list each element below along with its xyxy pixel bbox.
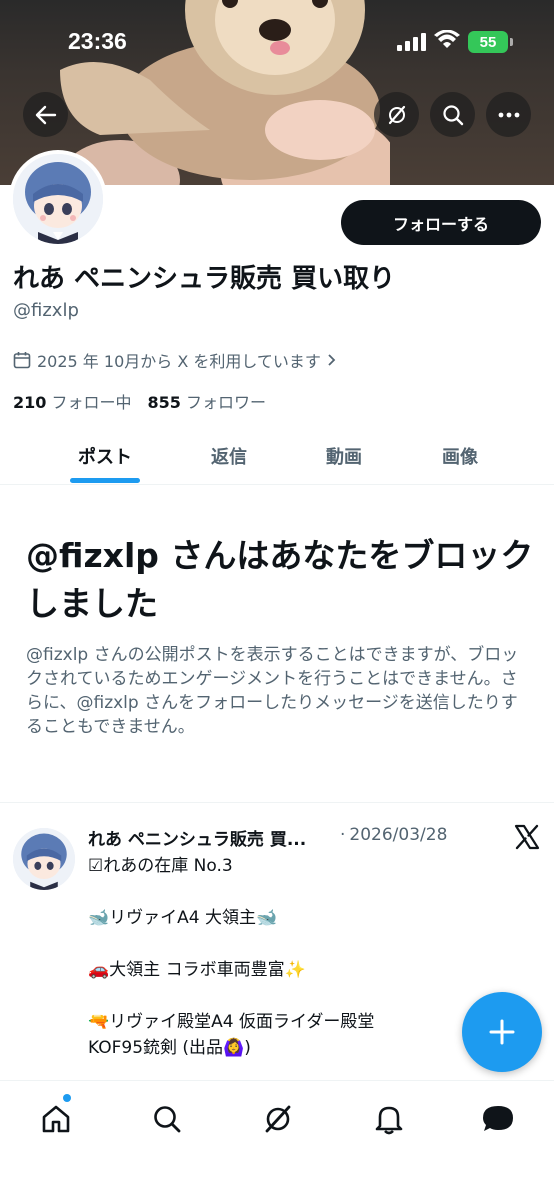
nav-notifications[interactable] [369, 1099, 409, 1139]
post-line: 🚗大領主 コラボ車両豊富✨ [88, 960, 306, 980]
post-header: れあ ペニンシュラ販売 買... · 2026/03/28 [88, 825, 447, 850]
back-button[interactable] [23, 92, 68, 137]
wifi-icon [434, 30, 460, 48]
tab-images[interactable]: 画像 [403, 428, 517, 484]
follow-button[interactable]: フォローする [341, 200, 541, 245]
chevron-right-icon [328, 354, 336, 366]
followers-label: フォロワー [186, 393, 267, 412]
grok-icon [388, 105, 405, 124]
status-time: 23:36 [68, 28, 127, 54]
home-icon [42, 1105, 70, 1133]
joined-text: 2025 年 10月から X を利用しています [37, 352, 321, 371]
plus-icon [489, 1019, 515, 1045]
joined-date[interactable]: 2025 年 10月から X を利用しています [13, 348, 337, 372]
post-separator: · [340, 825, 346, 845]
avatar-image [13, 828, 75, 890]
profile-tabs: ポスト 返信 動画 画像 [0, 428, 554, 485]
following-label: フォロー中 [51, 393, 132, 412]
search-icon [442, 104, 463, 125]
post-line [88, 931, 488, 957]
x-logo-icon [514, 824, 540, 850]
calendar-icon [13, 352, 31, 369]
post-line: 🔫リヴァイ殿堂A4 仮面ライダー殿堂 [88, 1012, 375, 1032]
search-button[interactable] [430, 92, 475, 137]
post-author-name[interactable]: れあ ペニンシュラ販売 買... [88, 825, 336, 850]
post-text[interactable]: ☑れあの在庫 No.3 🐋リヴァイA4 大領主🐋 🚗大領主 コラボ車両豊富✨ 🔫… [88, 853, 488, 1061]
post-date[interactable]: 2026/03/28 [349, 825, 447, 850]
nav-home[interactable] [36, 1099, 76, 1139]
status-bar: 23:36 55 [0, 0, 554, 80]
nav-search[interactable] [147, 1099, 187, 1139]
followers-count: 855 [147, 393, 181, 412]
messages-icon [483, 1106, 513, 1131]
post-author-avatar[interactable] [13, 828, 75, 890]
blocked-title: @fizxlp さんはあなたをブロックしました [26, 536, 534, 623]
tab-posts[interactable]: ポスト [48, 428, 162, 484]
following-count: 210 [13, 393, 47, 412]
follow-stats: 210 フォロー中 855 フォロワー [13, 389, 266, 413]
profile-display-name: れあ ペニンシュラ販売 買い取り [13, 264, 396, 294]
grok-button[interactable] [374, 92, 419, 137]
post-line [88, 983, 488, 1009]
battery-level: 55 [479, 33, 497, 51]
tab-videos[interactable]: 動画 [287, 428, 401, 484]
post-line: 🐋リヴァイA4 大領主🐋 [88, 908, 278, 928]
profile-handle: @fizxlp [13, 300, 79, 321]
post-line [88, 879, 488, 905]
tab-replies[interactable]: 返信 [172, 428, 286, 484]
bell-icon [375, 1106, 403, 1135]
nav-grok[interactable] [258, 1099, 298, 1139]
signal-icon [397, 33, 426, 51]
blocked-description: @fizxlp さんの公開ポストを表示することはできますが、ブロックされているた… [26, 645, 519, 737]
more-icon [498, 112, 519, 117]
more-button[interactable] [486, 92, 531, 137]
post-line: ☑れあの在庫 No.3 [88, 856, 233, 876]
followers-stat[interactable]: 855 フォロワー [148, 389, 267, 413]
compose-button[interactable] [462, 992, 542, 1072]
following-stat[interactable]: 210 フォロー中 [13, 389, 132, 413]
divider [0, 802, 554, 803]
grok-icon [265, 1105, 291, 1133]
back-arrow-icon [35, 105, 56, 124]
active-tab-indicator [70, 478, 140, 483]
avatar-image [13, 154, 103, 244]
home-notification-dot [63, 1094, 71, 1102]
battery-indicator: 55 [468, 31, 508, 53]
battery-tip [510, 38, 513, 46]
nav-messages[interactable] [478, 1099, 518, 1139]
bottom-navigation [0, 1080, 554, 1200]
post-line: KOF95銃剣 (出品🙆‍♀️) [88, 1038, 251, 1058]
profile-avatar[interactable] [9, 150, 107, 248]
search-icon [154, 1106, 181, 1133]
